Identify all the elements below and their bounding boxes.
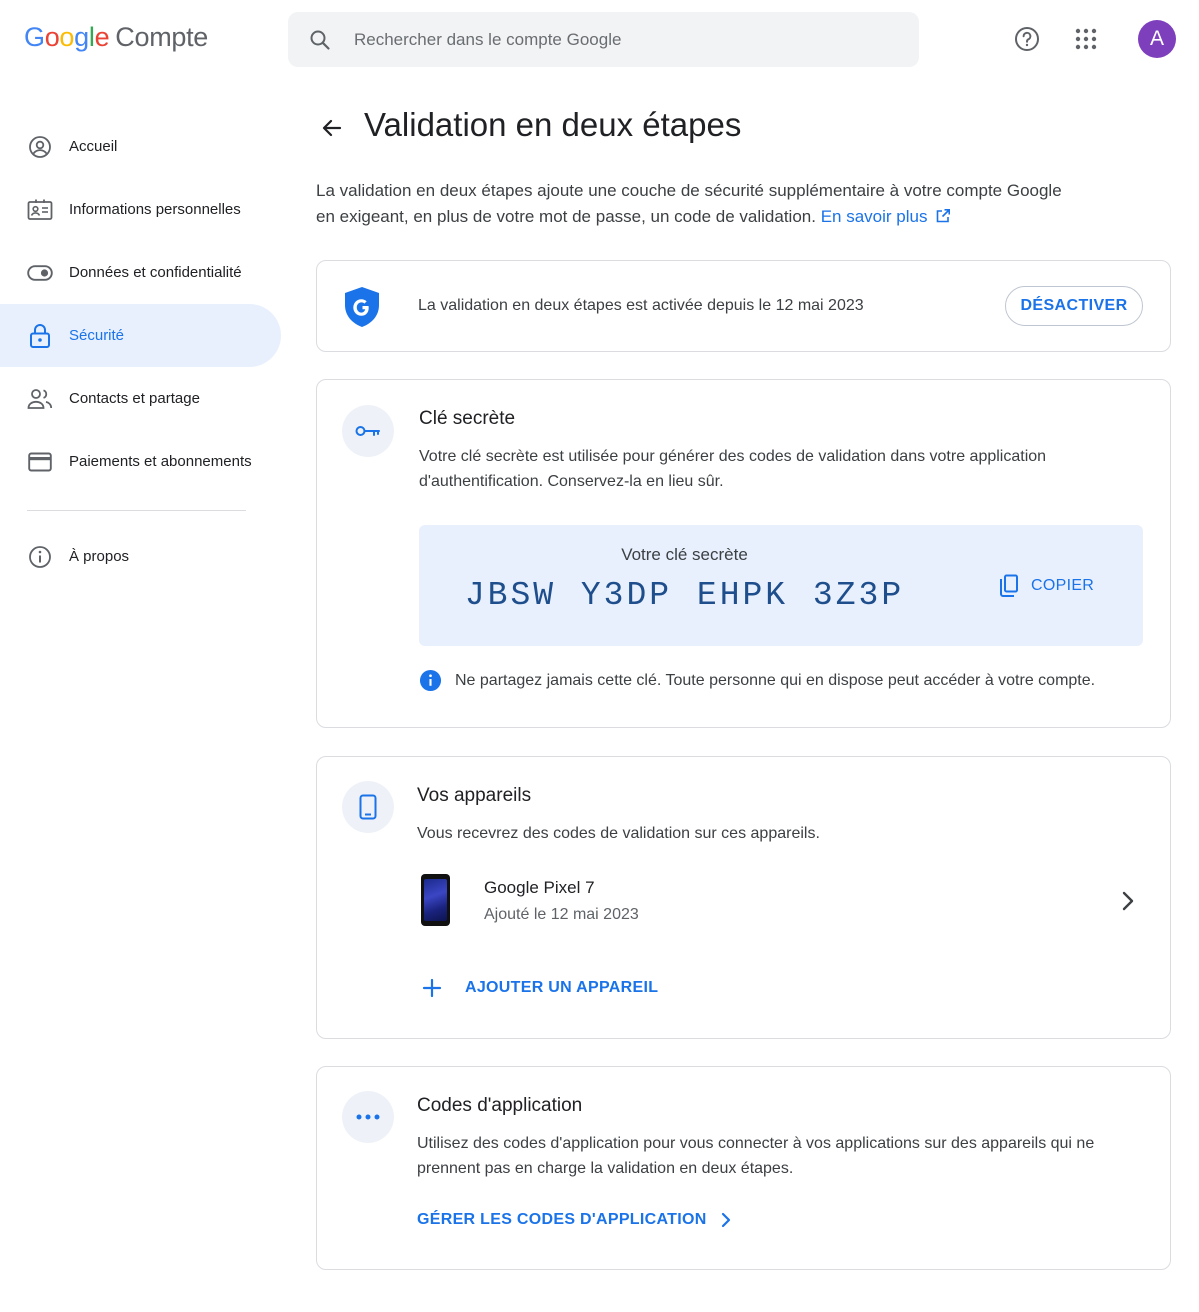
copy-icon — [1000, 574, 1018, 597]
sidebar-item-label: À propos — [69, 548, 130, 565]
search-bar[interactable] — [288, 12, 919, 67]
account-circle-icon — [27, 134, 53, 160]
lock-icon — [27, 323, 53, 349]
google-account-logo[interactable]: Google Compte — [24, 22, 208, 58]
search-input[interactable] — [354, 29, 874, 50]
page-title: Validation en deux étapes — [364, 106, 742, 143]
info-filled-icon — [419, 669, 442, 692]
toggle-icon — [27, 260, 53, 286]
status-card: La validation en deux étapes est activée… — [316, 260, 1171, 352]
sidebar-item-label: Paiements et abonnements — [69, 453, 252, 470]
app-codes-description: Utilisez des codes d'application pour vo… — [417, 1135, 1095, 1177]
warning-row: Ne partagez jamais cette clé. Toute pers… — [419, 669, 1095, 692]
copy-label: COPIER — [1031, 577, 1095, 594]
device-added-date: Ajouté le 12 mai 2023 — [484, 906, 639, 923]
dots-icon-container — [342, 1091, 394, 1143]
sidebar-item-label: Informations personnelles — [69, 201, 241, 218]
avatar[interactable]: A — [1138, 20, 1176, 58]
sidebar-divider — [27, 510, 246, 511]
credit-card-icon — [27, 449, 53, 475]
secret-key-box: Votre clé secrète JBSW Y3DP EHPK 3Z3P CO… — [419, 525, 1143, 646]
sidebar-item-accueil[interactable]: Accueil — [0, 115, 281, 178]
apps-button[interactable] — [1067, 20, 1105, 58]
sidebar-item-contacts-partage[interactable]: Contacts et partage — [0, 367, 281, 430]
product-name: Compte — [115, 22, 209, 52]
help-button[interactable] — [1008, 20, 1046, 58]
sidebar-item-label: Accueil — [69, 138, 118, 155]
chevron-right-icon — [721, 1212, 730, 1228]
logo-letter: o — [44, 22, 60, 52]
secret-key-title: Clé secrète — [419, 408, 516, 429]
search-icon[interactable] — [308, 28, 332, 52]
sidebar-item-label: Données et confidentialité — [69, 264, 242, 281]
devices-description: Vous recevrez des codes de validation su… — [417, 825, 820, 842]
app-codes-title: Codes d'application — [417, 1095, 583, 1116]
device-image — [421, 874, 450, 926]
sidebar-item-securite[interactable]: Sécurité — [0, 304, 281, 367]
back-button[interactable] — [312, 108, 352, 148]
logo-letter: g — [74, 22, 89, 52]
logo-letter: o — [59, 22, 75, 52]
app-codes-card: Codes d'application Utilisez des codes d… — [316, 1066, 1171, 1270]
manage-app-codes-label: GÉRER LES CODES D'APPLICATION — [417, 1211, 707, 1228]
smartphone-icon — [359, 794, 377, 820]
add-device-button[interactable]: AJOUTER UN APPAREIL — [421, 977, 658, 999]
manage-app-codes-link[interactable]: GÉRER LES CODES D'APPLICATION — [417, 1211, 731, 1229]
people-icon — [27, 386, 53, 412]
logo-letter: G — [24, 22, 45, 52]
logo-letter: e — [94, 22, 110, 52]
sidebar-item-paiements-abonnements[interactable]: Paiements et abonnements — [0, 430, 281, 493]
apps-grid-icon — [1075, 28, 1097, 50]
learn-more-link[interactable]: En savoir plus — [821, 207, 952, 226]
secret-key-label: Votre clé secrète — [621, 545, 748, 564]
plus-icon — [422, 978, 442, 998]
sidebar-item-donnees-confidentialite[interactable]: Données et confidentialité — [0, 241, 281, 304]
info-outline-icon — [27, 544, 53, 570]
more-horizontal-icon — [356, 1114, 380, 1120]
sidebar-item-label: Sécurité — [69, 327, 125, 344]
chevron-right-icon — [1122, 891, 1134, 911]
secret-key-card: Clé secrète Votre clé secrète est utilis… — [316, 379, 1171, 728]
device-row[interactable]: Google Pixel 7 Ajouté le 12 mai 2023 — [407, 859, 1159, 939]
intro-text: La validation en deux étapes ajoute une … — [316, 178, 1076, 230]
status-text: La validation en deux étapes est activée… — [418, 297, 864, 314]
devices-card: Vos appareils Vous recevrez des codes de… — [316, 756, 1171, 1039]
help-icon — [1015, 27, 1039, 51]
arrow-back-icon — [322, 119, 342, 137]
key-icon — [355, 426, 380, 436]
secret-key-value[interactable]: JBSW Y3DP EHPK 3Z3P — [419, 577, 950, 614]
disable-button[interactable]: DÉSACTIVER — [1005, 286, 1143, 326]
add-device-label: AJOUTER UN APPAREIL — [465, 979, 659, 996]
sidebar-item-a-propos[interactable]: À propos — [0, 525, 281, 588]
sidebar-item-informations-personnelles[interactable]: Informations personnelles — [0, 178, 281, 241]
sidebar-item-label: Contacts et partage — [69, 390, 200, 407]
google-shield-icon — [345, 287, 379, 327]
device-name: Google Pixel 7 — [484, 878, 595, 897]
phone-icon-container — [342, 781, 394, 833]
devices-title: Vos appareils — [417, 785, 532, 806]
warning-text: Ne partagez jamais cette clé. Toute pers… — [455, 671, 1096, 689]
secret-key-description: Votre clé secrète est utilisée pour géné… — [419, 448, 1047, 490]
id-card-icon — [27, 197, 53, 223]
learn-more-label: En savoir plus — [820, 207, 928, 226]
key-icon-container — [342, 405, 394, 457]
copy-button[interactable]: COPIER — [997, 571, 1094, 601]
external-link-icon — [936, 209, 951, 223]
